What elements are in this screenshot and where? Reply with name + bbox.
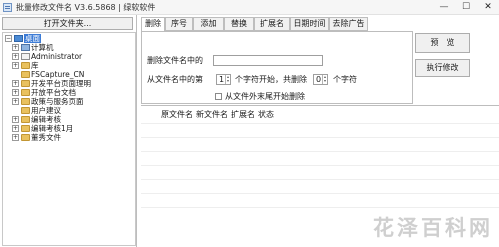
- spinner-arrows-icon[interactable]: [225, 75, 230, 84]
- column-new-name[interactable]: 新文件名: [196, 110, 228, 120]
- operation-tabs: 删除 序号 添加 替换 扩展名 日期时间 去除广告: [141, 17, 499, 32]
- user-folder-icon: [21, 53, 30, 60]
- watermark-text: 花泽百科网: [373, 216, 493, 240]
- tab-replace[interactable]: 替换: [224, 17, 254, 31]
- header-divider: [141, 123, 499, 124]
- delete-count-stepper[interactable]: 0: [313, 74, 328, 85]
- start-position-value: 1: [219, 75, 225, 84]
- column-original-name[interactable]: 原文件名: [161, 110, 193, 120]
- tree-item-label: 政策与服务页面: [31, 97, 84, 106]
- tab-sequence[interactable]: 序号: [165, 17, 193, 31]
- tree-item-label: 库: [31, 61, 39, 70]
- tab-extension[interactable]: 扩展名: [254, 17, 290, 31]
- expand-icon[interactable]: +: [12, 98, 19, 105]
- close-button[interactable]: ✕: [477, 0, 499, 14]
- row-divider: [141, 207, 499, 208]
- expand-icon[interactable]: +: [12, 125, 19, 132]
- expand-icon[interactable]: +: [12, 44, 19, 51]
- open-folder-button[interactable]: 打开文件夹...: [2, 17, 133, 30]
- folder-icon: [21, 107, 30, 114]
- tree-item-label: 编辑考核: [31, 115, 61, 124]
- delete-chars-label: 删除文件名中的: [147, 56, 203, 65]
- spinner-arrows-icon[interactable]: [322, 75, 327, 84]
- expand-icon[interactable]: +: [12, 116, 19, 123]
- folder-panel: 打开文件夹... − 桌面 + 计算机 + Administrator + 库 …: [0, 15, 137, 247]
- expand-icon[interactable]: +: [12, 53, 19, 60]
- delete-chars-input[interactable]: [213, 55, 323, 66]
- app-icon: [3, 3, 12, 12]
- tree-item-label: 开放平台文档: [31, 88, 76, 97]
- tree-item-label: 桌面: [24, 34, 41, 43]
- tree-item-label: Administrator: [31, 52, 83, 61]
- tree-item-label: 编辑考核1月: [31, 124, 74, 133]
- from-end-label: 从文件外末尾开始删除: [225, 92, 305, 101]
- expand-icon[interactable]: +: [12, 80, 19, 87]
- folder-icon: [21, 125, 30, 132]
- folder-icon: [21, 98, 30, 105]
- execute-rename-button[interactable]: 执行修改: [415, 59, 470, 77]
- folder-icon: [21, 80, 30, 87]
- tab-delete[interactable]: 删除: [141, 17, 165, 32]
- row-divider: [141, 179, 499, 180]
- tree-item-label: 董秀文件: [31, 133, 61, 142]
- char-start-label: 个字符开始，共删除: [235, 75, 307, 84]
- tree-item-label: 用户建议: [31, 106, 61, 115]
- folder-icon: [21, 134, 30, 141]
- computer-icon: [21, 44, 30, 51]
- column-status[interactable]: 状态: [258, 110, 274, 120]
- delete-tab-panel: 删除文件名中的 从文件名中的第 1 个字符开始，共删除 0 个字符 从文件外末尾…: [141, 31, 413, 104]
- from-end-checkbox[interactable]: [215, 93, 222, 100]
- from-position-label: 从文件名中的第: [147, 75, 203, 84]
- row-divider: [141, 165, 499, 166]
- desktop-icon: [14, 35, 23, 42]
- tab-remove-ads[interactable]: 去除广告: [329, 17, 368, 31]
- column-extension[interactable]: 扩展名: [231, 110, 255, 120]
- delete-count-value: 0: [316, 75, 322, 84]
- library-folder-icon: [21, 62, 30, 69]
- tab-add[interactable]: 添加: [193, 17, 224, 31]
- start-position-stepper[interactable]: 1: [216, 74, 231, 85]
- row-divider: [141, 137, 499, 138]
- expand-icon[interactable]: +: [12, 89, 19, 96]
- expand-icon[interactable]: +: [12, 134, 19, 141]
- row-divider: [141, 193, 499, 194]
- row-divider: [141, 151, 499, 152]
- tree-item-label: 开发平台页面理明: [31, 79, 91, 88]
- tree-item-label: 计算机: [31, 43, 54, 52]
- folder-icon: [21, 71, 30, 78]
- folder-icon: [21, 89, 30, 96]
- window-title: 批量修改文件名 V3.6.5868 | 绿软软件: [16, 3, 156, 12]
- folder-icon: [21, 116, 30, 123]
- expand-icon[interactable]: +: [12, 62, 19, 69]
- preview-button[interactable]: 预 览: [415, 33, 470, 53]
- maximize-button[interactable]: ☐: [455, 0, 477, 14]
- tree-item-label: FSCapture_CN: [31, 70, 85, 79]
- char-unit-label: 个字符: [333, 75, 357, 84]
- collapse-icon[interactable]: −: [5, 35, 12, 42]
- tab-date-time[interactable]: 日期时间: [290, 17, 329, 31]
- minimize-button[interactable]: —: [433, 0, 455, 14]
- folder-tree[interactable]: − 桌面 + 计算机 + Administrator + 库 FSCapture…: [2, 32, 136, 246]
- title-bar: 批量修改文件名 V3.6.5868 | 绿软软件 — ☐ ✕: [0, 0, 499, 15]
